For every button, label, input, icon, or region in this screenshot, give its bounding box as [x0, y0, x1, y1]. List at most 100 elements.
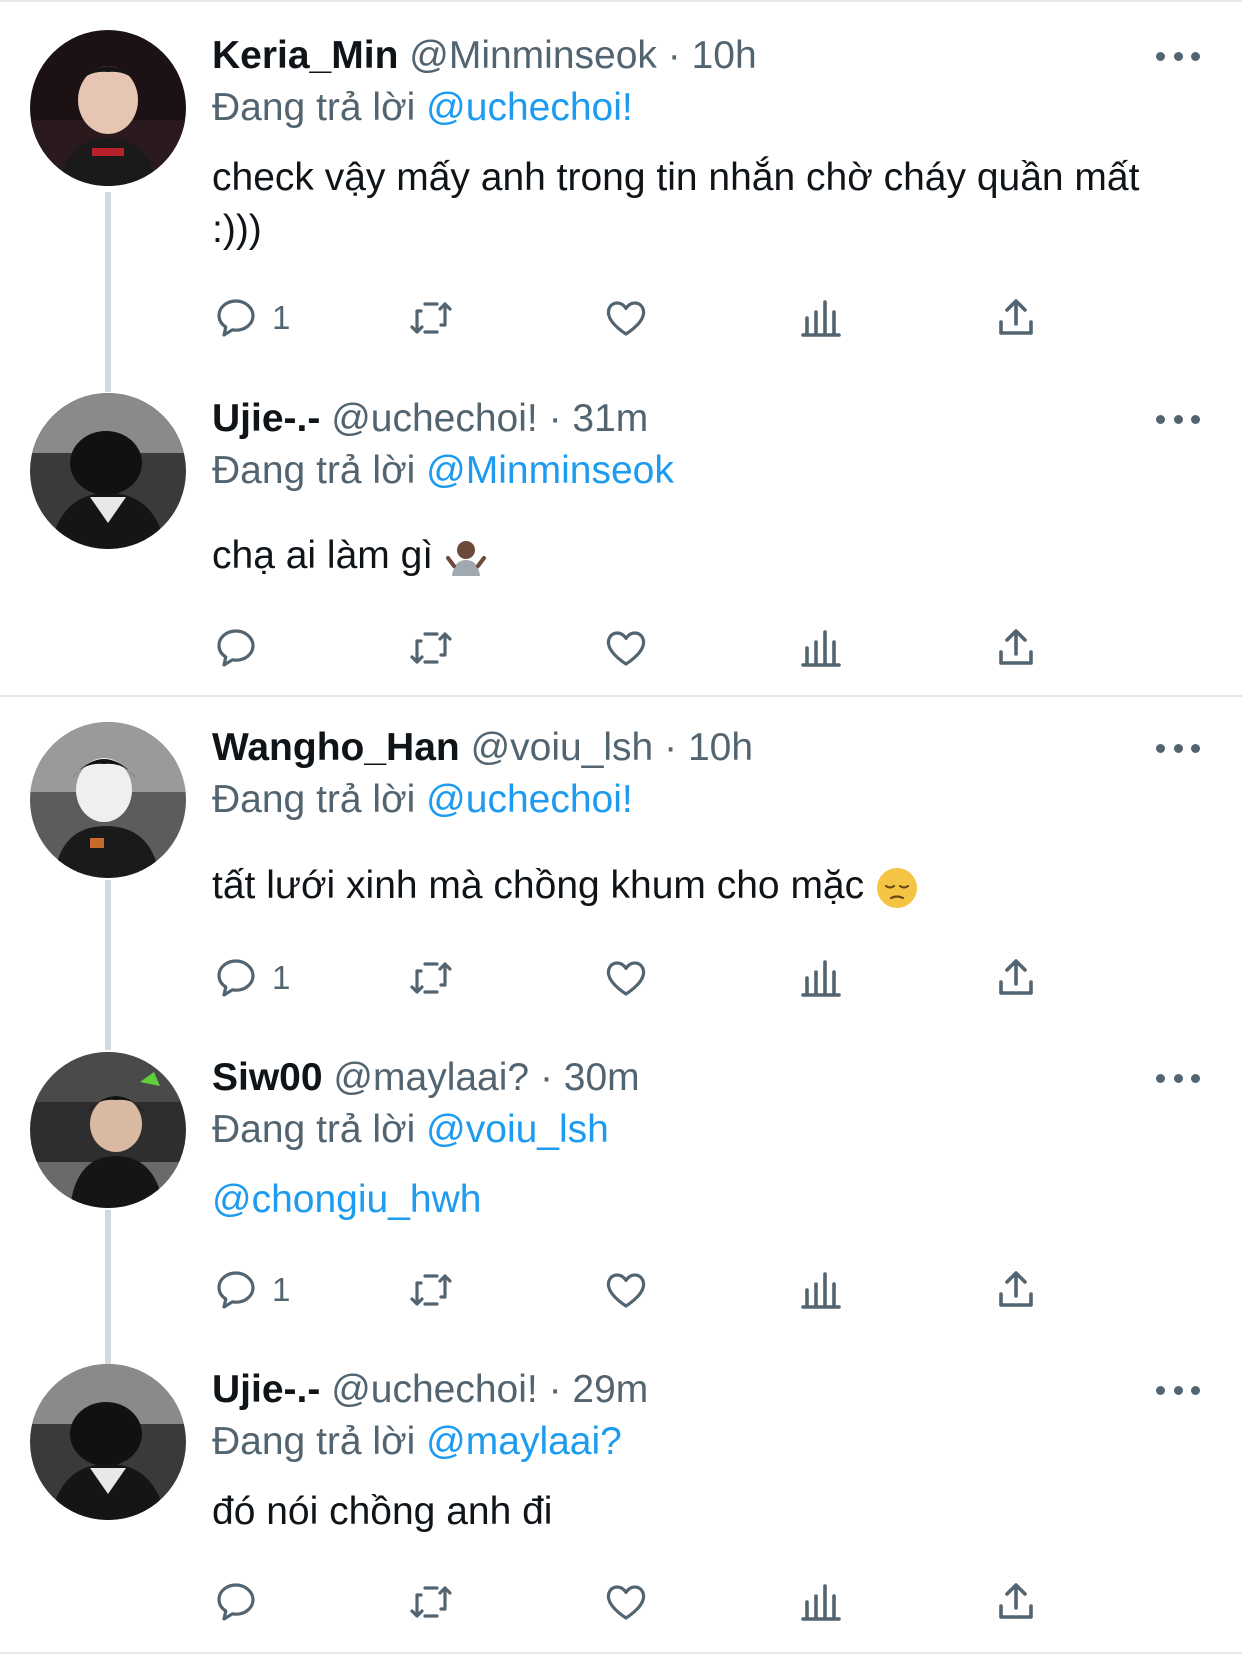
retweet-icon	[410, 962, 452, 994]
replying-to: Đang trả lời @uchechoi!	[212, 774, 633, 826]
share-icon	[999, 1583, 1033, 1619]
separator-dot: ·	[667, 34, 681, 77]
tweet-text: tất lưới xinh mà chồng khum cho mặc	[212, 864, 865, 907]
share-button[interactable]	[992, 290, 1040, 346]
share-button[interactable]	[992, 1262, 1040, 1318]
more-options-icon[interactable]	[1156, 1068, 1200, 1088]
retweet-icon	[410, 1274, 452, 1306]
timestamp[interactable]: 10h	[692, 34, 757, 77]
reply-button[interactable]	[212, 1574, 272, 1630]
more-options-icon[interactable]	[1156, 409, 1200, 429]
share-icon	[999, 959, 1033, 995]
display-name[interactable]: Keria_Min	[212, 34, 398, 77]
tweet-text-container: tất lưới xinh mà chồng khum cho mặc	[212, 860, 1192, 912]
avatar[interactable]	[30, 722, 186, 878]
share-icon	[999, 299, 1033, 335]
analytics-icon	[801, 960, 841, 997]
views-button[interactable]	[797, 290, 845, 346]
views-button[interactable]	[797, 950, 845, 1006]
reply-mention-link[interactable]: @maylaai?	[426, 1420, 622, 1463]
tweet-text: check vậy mấy anh trong tin nhắn chờ chá…	[212, 156, 1140, 251]
tweet-header: Wangho_Han @voiu_lsh · 10h	[212, 722, 753, 774]
separator-dot: ·	[664, 726, 678, 769]
user-handle[interactable]: @Minminseok	[409, 34, 657, 77]
share-icon	[999, 1271, 1033, 1307]
display-name[interactable]: Ujie-.-	[212, 397, 320, 440]
like-button[interactable]	[602, 620, 650, 676]
share-button[interactable]	[992, 1574, 1040, 1630]
heart-icon	[606, 301, 646, 336]
reply-mention-link[interactable]: @voiu_lsh	[426, 1108, 609, 1151]
mention-link[interactable]: @chongiu_hwh	[212, 1174, 1192, 1226]
avatar[interactable]	[30, 393, 186, 549]
action-bar: 1	[212, 950, 1112, 1006]
reply-mention-link[interactable]: @uchechoi!	[426, 778, 633, 821]
user-handle[interactable]: @uchechoi!	[331, 397, 538, 440]
reply-count: 1	[272, 959, 291, 996]
display-name[interactable]: Siw00	[212, 1056, 323, 1099]
timestamp[interactable]: 10h	[688, 726, 753, 769]
like-button[interactable]	[602, 1262, 650, 1318]
replying-to: Đang trả lời @Minminseok	[212, 445, 674, 497]
separator-dot: ·	[539, 1056, 553, 1099]
like-button[interactable]	[602, 1574, 650, 1630]
more-options-icon[interactable]	[1156, 46, 1200, 66]
display-name[interactable]: Wangho_Han	[212, 726, 460, 769]
like-button[interactable]	[602, 950, 650, 1006]
retweet-button[interactable]	[407, 290, 455, 346]
thread-line	[105, 1210, 111, 1365]
avatar[interactable]	[30, 1364, 186, 1520]
retweet-button[interactable]	[407, 950, 455, 1006]
reply-button[interactable]: 1	[212, 950, 290, 1006]
timestamp[interactable]: 29m	[572, 1368, 648, 1411]
more-options-icon[interactable]	[1156, 1380, 1200, 1400]
reply-button[interactable]	[212, 620, 272, 676]
tweet-text: chạ ai làm gì	[212, 534, 434, 577]
tweet-header: Ujie-.- @uchechoi! · 29m	[212, 1364, 648, 1416]
reply-count: 1	[272, 1271, 291, 1308]
reply-mention-link[interactable]: @Minminseok	[426, 449, 674, 492]
heart-icon	[606, 1273, 646, 1308]
more-options-icon[interactable]	[1156, 738, 1200, 758]
separator-dot: ·	[548, 1368, 562, 1411]
conversation-divider	[0, 695, 1242, 697]
timestamp[interactable]: 31m	[572, 397, 648, 440]
avatar[interactable]	[30, 1052, 186, 1208]
reply-count: 1	[272, 299, 291, 336]
retweet-icon	[410, 1586, 452, 1618]
analytics-icon	[801, 300, 841, 337]
views-button[interactable]	[797, 620, 845, 676]
like-button[interactable]	[602, 290, 650, 346]
reply-icon	[217, 299, 255, 337]
share-button[interactable]	[992, 950, 1040, 1006]
share-button[interactable]	[992, 620, 1040, 676]
reply-prefix: Đang trả lời	[212, 449, 416, 492]
tweet-header: Keria_Min @Minminseok · 10h	[212, 30, 757, 82]
retweet-button[interactable]	[407, 1574, 455, 1630]
user-handle[interactable]: @voiu_lsh	[471, 726, 654, 769]
views-button[interactable]	[797, 1574, 845, 1630]
reply-icon	[217, 629, 255, 667]
user-handle[interactable]: @maylaai?	[333, 1056, 529, 1099]
reply-icon	[217, 1271, 255, 1309]
replying-to: Đang trả lời @voiu_lsh	[212, 1104, 609, 1156]
retweet-button[interactable]	[407, 620, 455, 676]
reply-prefix: Đang trả lời	[212, 1420, 416, 1463]
avatar[interactable]	[30, 30, 186, 186]
timestamp[interactable]: 30m	[564, 1056, 640, 1099]
retweet-button[interactable]	[407, 1262, 455, 1318]
reply-mention-link[interactable]: @uchechoi!	[426, 86, 633, 129]
replying-to: Đang trả lời @uchechoi!	[212, 82, 633, 134]
display-name[interactable]: Ujie-.-	[212, 1368, 320, 1411]
reply-button[interactable]: 1	[212, 290, 290, 346]
action-bar: 1	[212, 1262, 1112, 1318]
analytics-icon	[801, 630, 841, 667]
thread-line	[105, 880, 111, 1050]
bottom-divider	[0, 1652, 1242, 1654]
reply-button[interactable]: 1	[212, 1262, 290, 1318]
views-button[interactable]	[797, 1262, 845, 1318]
tweet-text: đó nói chồng anh đi	[212, 1490, 553, 1533]
user-handle[interactable]: @uchechoi!	[331, 1368, 538, 1411]
action-bar	[212, 620, 1112, 676]
reply-prefix: Đang trả lời	[212, 1108, 416, 1151]
